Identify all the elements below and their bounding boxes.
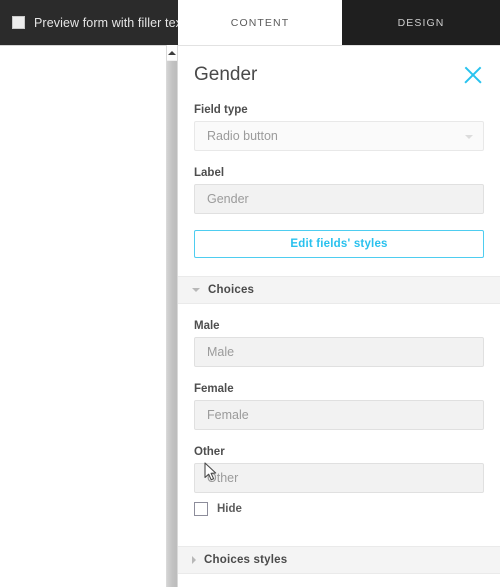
label-field-input[interactable]: Gender	[194, 184, 484, 214]
choice-group-male: Male Male	[178, 320, 500, 367]
chevron-right-icon	[192, 556, 196, 564]
preview-filler-text-toggle[interactable]: Preview form with filler text	[0, 0, 185, 45]
choice-value-other: Other	[207, 471, 239, 485]
tab-content-label: CONTENT	[230, 16, 290, 29]
label-field-label: Label	[194, 167, 225, 179]
choice-label-female: Female	[194, 383, 234, 395]
choice-input-male[interactable]: Male	[194, 337, 484, 367]
tab-design-label: DESIGN	[397, 16, 445, 29]
hide-other-toggle[interactable]: Hide	[194, 502, 484, 516]
edit-fields-styles-label: Edit fields' styles	[290, 238, 388, 250]
field-type-select[interactable]: Radio button	[194, 121, 484, 151]
field-type-group: Field type Radio button	[178, 104, 500, 151]
choice-group-female: Female Female	[178, 383, 500, 430]
section-header-choices-styles[interactable]: Choices styles	[178, 546, 500, 574]
form-preview-scrollbar[interactable]	[166, 45, 178, 587]
top-toolbar: Preview form with filler text CONTENT DE…	[0, 0, 500, 45]
section-title-choices: Choices	[208, 284, 255, 296]
preview-filler-label: Preview form with filler text	[34, 15, 186, 30]
hide-label: Hide	[217, 503, 242, 515]
tab-design[interactable]: DESIGN	[342, 0, 500, 45]
chevron-down-icon	[465, 135, 473, 139]
scrollbar-thumb[interactable]	[167, 61, 177, 587]
tab-content[interactable]: CONTENT	[178, 0, 342, 45]
choice-label-male: Male	[194, 320, 220, 332]
label-field-group: Label Gender	[178, 167, 500, 214]
field-type-label: Field type	[194, 104, 248, 116]
preview-filler-checkbox[interactable]	[12, 16, 25, 29]
field-settings-panel: Gender Field type Radio button Label Gen…	[178, 45, 500, 587]
choice-input-female[interactable]: Female	[194, 400, 484, 430]
label-field-value: Gender	[207, 192, 249, 206]
close-icon[interactable]	[462, 64, 484, 86]
hide-checkbox[interactable]	[194, 502, 208, 516]
app-root: Preview form with filler text CONTENT DE…	[0, 0, 500, 587]
chevron-down-icon	[192, 288, 200, 292]
choice-input-other[interactable]: Other	[194, 463, 484, 493]
choice-label-other: Other	[194, 446, 225, 458]
page-title: Gender	[194, 64, 258, 85]
section-header-choices[interactable]: Choices	[178, 276, 500, 304]
section-title-choices-styles: Choices styles	[204, 554, 288, 566]
choice-value-male: Male	[207, 345, 235, 359]
form-preview-area	[0, 45, 166, 587]
edit-fields-styles-button[interactable]: Edit fields' styles	[194, 230, 484, 258]
panel-header: Gender	[178, 46, 500, 86]
choice-group-other: Other Other Hide	[178, 446, 500, 516]
scroll-up-arrow-icon[interactable]	[167, 45, 177, 60]
choice-value-female: Female	[207, 408, 249, 422]
field-type-value: Radio button	[207, 129, 278, 143]
